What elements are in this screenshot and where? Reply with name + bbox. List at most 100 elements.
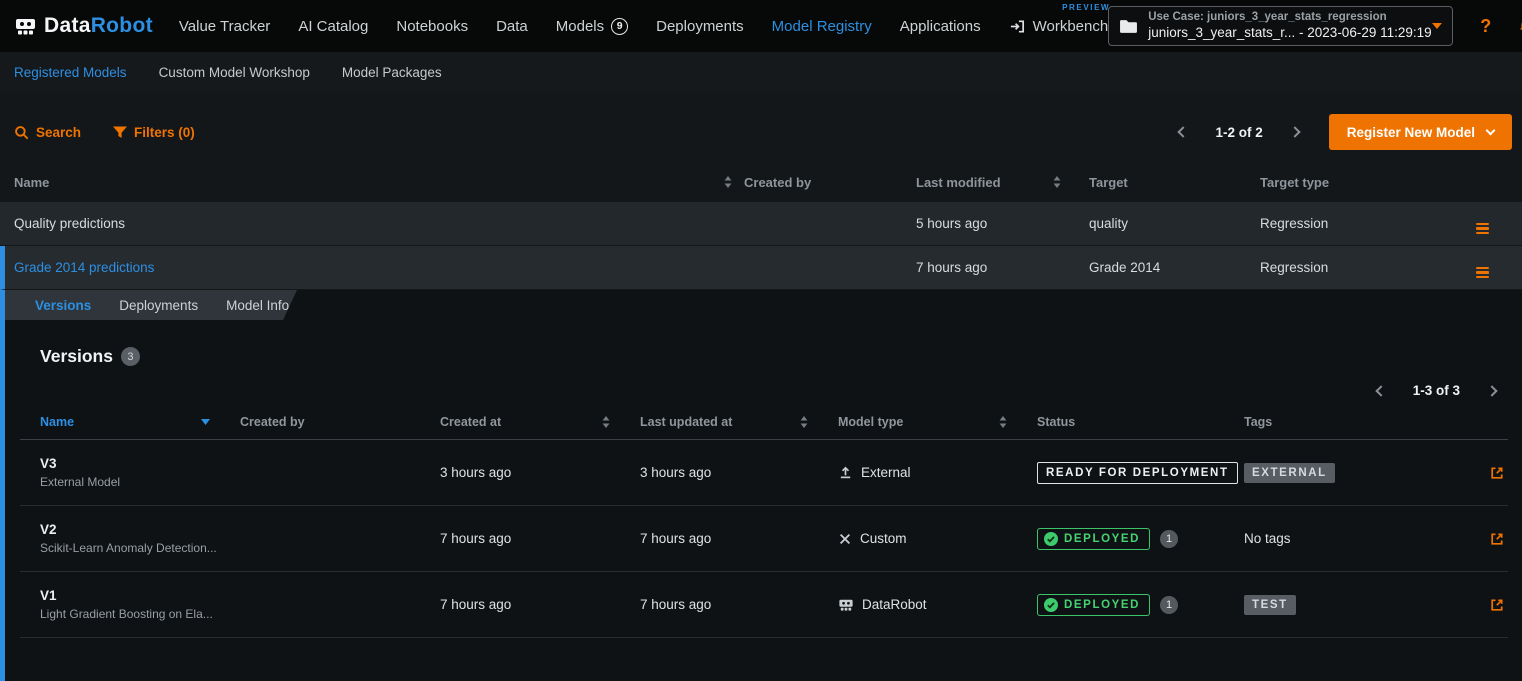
- col-header-name[interactable]: Name: [40, 415, 74, 429]
- top-nav-right: Use Case: juniors_3_year_stats_regressio…: [1108, 6, 1522, 46]
- last-modified-value: 7 hours ago: [916, 260, 1089, 275]
- nav-item-data[interactable]: Data: [496, 18, 528, 35]
- col-header-last-modified[interactable]: Last modified: [916, 175, 1001, 190]
- col-header-name[interactable]: Name: [14, 175, 49, 190]
- target-type-value: Regression: [1260, 260, 1476, 275]
- subnav-registered-models[interactable]: Registered Models: [14, 65, 127, 80]
- external-link-icon[interactable]: [1490, 466, 1504, 480]
- sort-icon[interactable]: [1053, 176, 1061, 188]
- versions-table-header: Name Created by Created at Last updated …: [20, 404, 1508, 440]
- nav-item-applications[interactable]: Applications: [900, 18, 981, 35]
- chevron-right-icon[interactable]: [1289, 126, 1300, 137]
- nav-item-notebooks[interactable]: Notebooks: [396, 18, 468, 35]
- check-circle-icon: [1044, 532, 1058, 546]
- col-header-last-updated-at[interactable]: Last updated at: [640, 415, 732, 429]
- sort-icon[interactable]: [800, 416, 808, 428]
- versions-count-badge: 3: [121, 347, 140, 366]
- target-type-value: Regression: [1260, 216, 1476, 231]
- chevron-down-icon: [1486, 125, 1496, 135]
- nav-item-ai-catalog[interactable]: AI Catalog: [298, 18, 368, 35]
- nav-item-model-registry[interactable]: Model Registry: [772, 18, 872, 35]
- version-name: V2: [40, 522, 240, 537]
- no-tags-label: No tags: [1244, 531, 1468, 546]
- notifications-bell-icon[interactable]: [1518, 18, 1522, 35]
- col-header-model-type[interactable]: Model type: [838, 415, 903, 429]
- workbench-enter-icon: [1009, 18, 1026, 35]
- sort-icon[interactable]: [724, 176, 732, 188]
- created-at-value: 3 hours ago: [440, 465, 640, 480]
- models-page-range: 1-2 of 2: [1215, 125, 1262, 140]
- col-header-created-at[interactable]: Created at: [440, 415, 501, 429]
- check-circle-icon: [1044, 598, 1058, 612]
- tab-deployments[interactable]: Deployments: [119, 298, 198, 313]
- chevron-right-icon[interactable]: [1486, 385, 1497, 396]
- col-header-target-type[interactable]: Target type: [1260, 175, 1329, 190]
- col-header-created-by[interactable]: Created by: [744, 175, 811, 190]
- sort-desc-icon[interactable]: [201, 419, 210, 425]
- col-header-created-by[interactable]: Created by: [240, 415, 305, 429]
- version-row-v2[interactable]: V2 Scikit-Learn Anomaly Detection... 7 h…: [20, 506, 1508, 572]
- external-link-icon[interactable]: [1490, 532, 1504, 546]
- version-name: V3: [40, 456, 240, 471]
- version-subtitle: External Model: [40, 475, 230, 489]
- model-name[interactable]: Quality predictions: [14, 216, 125, 231]
- registered-models-table: Name Created by Last modified Target Tar…: [0, 162, 1522, 290]
- version-name: V1: [40, 588, 240, 603]
- search-button[interactable]: Search: [14, 125, 81, 140]
- primary-nav: Value Tracker AI Catalog Notebooks Data …: [179, 18, 1108, 35]
- registry-subnav: Registered Models Custom Model Workshop …: [0, 52, 1522, 92]
- subnav-custom-model-workshop[interactable]: Custom Model Workshop: [159, 65, 310, 80]
- help-icon[interactable]: ?: [1480, 16, 1491, 37]
- deployment-count-badge: 1: [1160, 596, 1178, 614]
- model-detail-panel: Versions Deployments Model Info Versions…: [0, 290, 1522, 681]
- search-icon: [14, 125, 29, 140]
- datarobot-robot-icon: [14, 15, 37, 38]
- target-value: quality: [1089, 216, 1260, 231]
- model-type-value: DataRobot: [862, 597, 927, 612]
- sort-icon[interactable]: [602, 416, 610, 428]
- table-row-grade-2014-predictions[interactable]: Grade 2014 predictions 7 hours ago Grade…: [0, 246, 1522, 290]
- version-row-v1[interactable]: V1 Light Gradient Boosting on Ela... 7 h…: [20, 572, 1508, 638]
- external-link-icon[interactable]: [1490, 598, 1504, 612]
- version-subtitle: Scikit-Learn Anomaly Detection...: [40, 541, 230, 555]
- sort-icon[interactable]: [999, 416, 1007, 428]
- chevron-left-icon[interactable]: [1375, 385, 1386, 396]
- updated-at-value: 7 hours ago: [640, 597, 838, 612]
- model-type-value: External: [861, 465, 911, 480]
- col-header-status[interactable]: Status: [1037, 415, 1075, 429]
- subnav-model-packages[interactable]: Model Packages: [342, 65, 442, 80]
- use-case-selector[interactable]: Use Case: juniors_3_year_stats_regressio…: [1108, 6, 1453, 46]
- upload-icon: [838, 465, 853, 480]
- detail-tabs: Versions Deployments Model Info: [5, 290, 297, 320]
- table-row-quality-predictions[interactable]: Quality predictions 5 hours ago quality …: [0, 202, 1522, 246]
- created-at-value: 7 hours ago: [440, 531, 640, 546]
- datarobot-logo[interactable]: DataRobot: [14, 14, 153, 38]
- nav-item-value-tracker[interactable]: Value Tracker: [179, 18, 270, 35]
- tab-versions[interactable]: Versions: [35, 298, 91, 313]
- chevron-left-icon[interactable]: [1178, 126, 1189, 137]
- nav-item-workbench[interactable]: PREVIEW Workbench: [1009, 18, 1109, 35]
- models-count-badge: 9: [611, 18, 628, 35]
- col-header-target[interactable]: Target: [1089, 175, 1128, 190]
- filters-button[interactable]: Filters (0): [113, 125, 195, 140]
- nav-item-deployments[interactable]: Deployments: [656, 18, 744, 35]
- folder-icon: [1119, 19, 1138, 34]
- logo-wordmark: DataRobot: [44, 14, 153, 38]
- register-new-model-button[interactable]: Register New Model: [1329, 114, 1512, 150]
- preview-badge: PREVIEW: [1062, 3, 1110, 12]
- use-case-label: Use Case: juniors_3_year_stats_regressio…: [1148, 10, 1422, 24]
- tools-icon: [838, 532, 852, 546]
- row-menu-icon[interactable]: [1476, 267, 1489, 279]
- col-header-tags[interactable]: Tags: [1244, 415, 1272, 429]
- models-pagination: 1-2 of 2: [1179, 125, 1298, 140]
- tab-model-info[interactable]: Model Info: [226, 298, 289, 313]
- version-row-v3[interactable]: V3 External Model 3 hours ago 3 hours ag…: [20, 440, 1508, 506]
- versions-table: Name Created by Created at Last updated …: [20, 404, 1508, 638]
- nav-item-models[interactable]: Models 9: [556, 18, 628, 35]
- use-case-value: juniors_3_year_stats_r... - 2023-06-29 1…: [1148, 25, 1422, 42]
- row-menu-icon[interactable]: [1476, 223, 1489, 235]
- tag-chip: TEST: [1244, 595, 1296, 615]
- model-name-link[interactable]: Grade 2014 predictions: [14, 260, 154, 275]
- updated-at-value: 3 hours ago: [640, 465, 838, 480]
- status-badge: READY FOR DEPLOYMENT: [1037, 462, 1238, 484]
